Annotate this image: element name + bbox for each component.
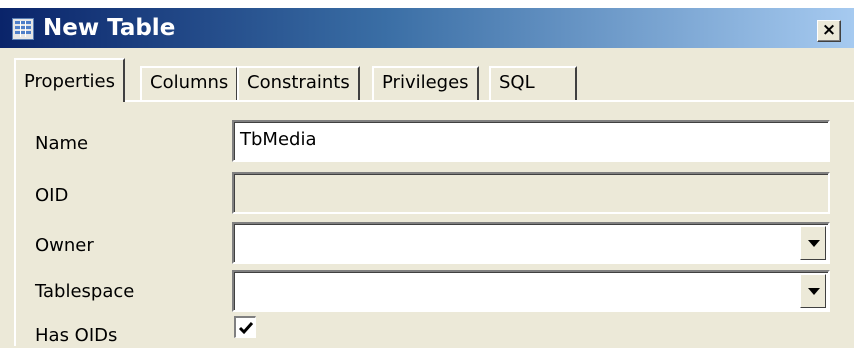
tab-sql[interactable]: SQL — [489, 66, 577, 100]
check-icon — [238, 322, 254, 335]
tablespace-select[interactable] — [232, 270, 830, 312]
chevron-down-icon — [808, 240, 820, 247]
has-oids-label: Has OIDs — [35, 325, 118, 346]
name-field[interactable]: TbMedia — [232, 120, 830, 162]
properties-panel: Name TbMedia OID Owner Tablespace Has OI… — [14, 100, 854, 346]
title-bar[interactable]: New Table × — [0, 8, 854, 48]
tab-label: Privileges — [382, 72, 469, 93]
new-table-dialog: New Table × Properties Columns Constrain… — [0, 8, 854, 346]
window-title: New Table — [43, 15, 176, 41]
tablespace-label: Tablespace — [35, 281, 135, 302]
tab-privileges[interactable]: Privileges — [372, 66, 479, 100]
tab-label: SQL — [499, 72, 535, 93]
close-icon: × — [821, 20, 837, 40]
close-button[interactable]: × — [817, 20, 841, 42]
tab-label: Properties — [24, 71, 115, 92]
tab-label: Constraints — [247, 72, 350, 93]
owner-dropdown-button[interactable] — [800, 226, 826, 260]
tab-strip: Properties Columns Constraints Privilege… — [14, 58, 854, 102]
chevron-down-icon — [808, 288, 820, 295]
tablespace-dropdown-button[interactable] — [800, 274, 826, 308]
owner-label: Owner — [35, 235, 94, 256]
name-label: Name — [35, 133, 89, 154]
table-icon — [12, 18, 34, 40]
owner-select[interactable] — [232, 222, 830, 264]
oid-field — [232, 172, 830, 214]
oid-label: OID — [35, 185, 69, 206]
background-strip — [0, 0, 854, 8]
tab-constraints[interactable]: Constraints — [237, 66, 360, 100]
has-oids-checkbox[interactable] — [234, 316, 256, 338]
tab-label: Columns — [150, 72, 229, 93]
tab-columns[interactable]: Columns — [140, 66, 239, 100]
tab-properties[interactable]: Properties — [14, 58, 125, 102]
